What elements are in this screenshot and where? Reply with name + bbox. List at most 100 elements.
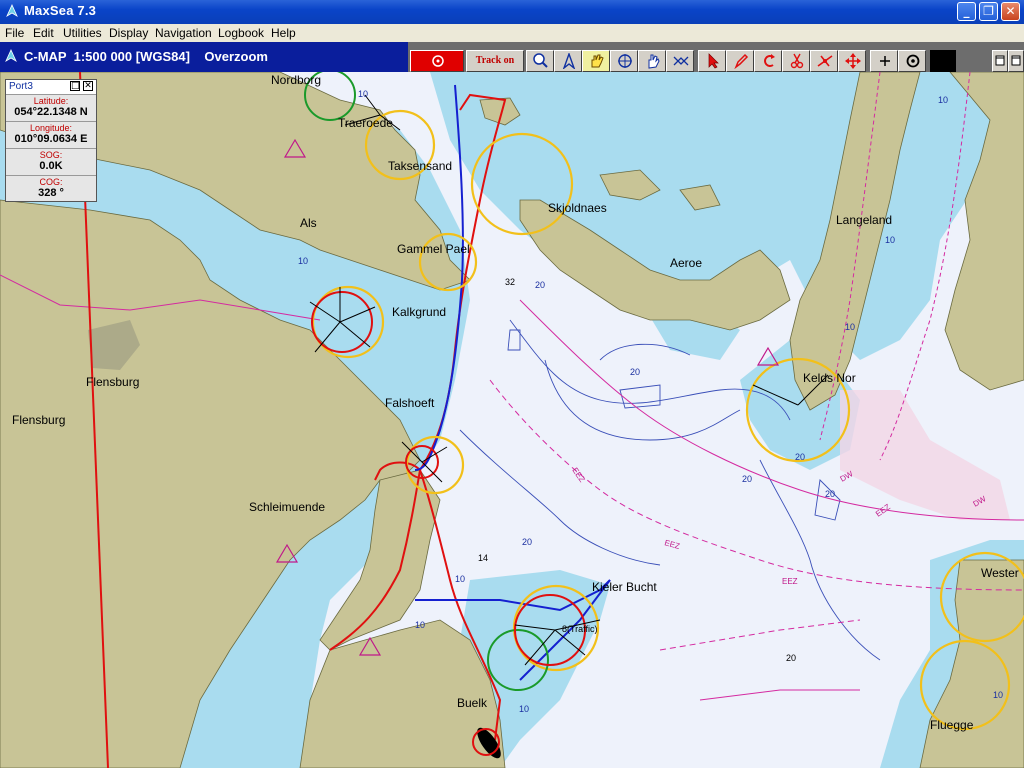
menu-display[interactable]: Display xyxy=(109,26,148,40)
latitude-label: Latitude: xyxy=(33,96,69,106)
depth-label: 20 xyxy=(742,474,752,484)
label-traffic: 8(Traffic) xyxy=(562,624,598,634)
label-gammel-pael: Gammel Pael xyxy=(397,242,470,256)
restore-button[interactable]: ❐ xyxy=(979,2,998,21)
window-title-bar: MaxSea 7.3 _ ❐ ✕ xyxy=(0,0,1024,24)
undo-button[interactable] xyxy=(754,50,782,72)
compass-button[interactable] xyxy=(554,50,582,72)
toolbar: Track on xyxy=(408,42,1024,72)
minimize-button[interactable]: _ xyxy=(957,2,976,21)
label-kieler-bucht: Kieler Bucht xyxy=(592,580,657,594)
depth-label: 10 xyxy=(415,620,425,630)
panel-toggle-button-2[interactable] xyxy=(1008,50,1024,72)
depth-label: 10 xyxy=(845,322,855,332)
position-panel-header[interactable]: Port3 □ ✕ xyxy=(6,80,96,95)
undo-icon xyxy=(764,54,775,67)
circle-target-button[interactable] xyxy=(898,50,926,72)
label-fluegge: Fluegge xyxy=(930,718,974,732)
pan-arrows-button[interactable] xyxy=(838,50,866,72)
depth-label: 20 xyxy=(825,489,835,499)
menu-help[interactable]: Help xyxy=(271,26,296,40)
label-wester: Wester xyxy=(981,566,1019,580)
target-icon xyxy=(618,54,632,68)
depth-label: 20 xyxy=(522,537,532,547)
chart-scale-info: C-MAP 1:500 000 [WGS84] Overzoom xyxy=(24,49,268,64)
target-button[interactable] xyxy=(610,50,638,72)
scissors-icon xyxy=(790,53,804,69)
nautical-chart[interactable]: Nordborg Traeroede Taksensand Als Skjold… xyxy=(0,72,1024,768)
route-button[interactable] xyxy=(666,50,694,72)
compass-icon xyxy=(562,53,576,69)
menu-file[interactable]: File xyxy=(5,26,24,40)
menu-edit[interactable]: Edit xyxy=(33,26,54,40)
stop-button[interactable] xyxy=(410,50,464,72)
menu-utilities[interactable]: Utilities xyxy=(63,26,102,40)
wind-button[interactable] xyxy=(810,50,838,72)
menu-bar: File Edit Utilities Display Navigation L… xyxy=(0,24,1024,42)
cog-row: COG: 328 ° xyxy=(6,175,96,202)
depth-label: 10 xyxy=(298,256,308,266)
label-flensburg-city: Flensburg xyxy=(86,375,139,389)
crosshair-button[interactable] xyxy=(870,50,898,72)
label-kalkgrund: Kalkgrund xyxy=(392,305,446,319)
scissors-button[interactable] xyxy=(782,50,810,72)
label-schleimuende: Schleimuende xyxy=(249,500,325,514)
cog-value: 328 ° xyxy=(38,187,64,199)
depth-label: 10 xyxy=(938,95,948,105)
stop-icon xyxy=(432,55,444,67)
window-icon xyxy=(1011,55,1021,66)
longitude-label: Longitude: xyxy=(29,123,73,133)
hand-select-icon xyxy=(648,54,660,69)
label-langeland: Langeland xyxy=(836,213,892,227)
label-falshoeft: Falshoeft xyxy=(385,396,435,410)
latitude-row: Latitude: 054°22.1348 N xyxy=(6,94,96,121)
cog-label: COG: xyxy=(39,177,63,187)
longitude-value: 010°09.0634 E xyxy=(14,133,88,145)
route-icon xyxy=(673,56,689,66)
pan-arrows-icon xyxy=(845,53,861,69)
zoom-button[interactable] xyxy=(526,50,554,72)
magnifier-icon xyxy=(533,53,548,68)
menu-navigation[interactable]: Navigation xyxy=(155,26,212,40)
longitude-row: Longitude: 010°09.0634 E xyxy=(6,121,96,148)
depth-label: 10 xyxy=(885,235,895,245)
sounding-20: 20 xyxy=(786,653,796,663)
chart-icon xyxy=(5,49,17,63)
menu-logbook[interactable]: Logbook xyxy=(218,26,264,40)
sog-value: 0.0K xyxy=(39,160,63,172)
label-taksensand: Taksensand xyxy=(388,159,452,173)
panel-toggle-button-1[interactable] xyxy=(992,50,1008,72)
label-flensburg-region: Flensburg xyxy=(12,413,65,427)
hand-select-button[interactable] xyxy=(638,50,666,72)
hand-move-icon xyxy=(591,54,604,68)
chart-canvas[interactable]: Nordborg Traeroede Taksensand Als Skjold… xyxy=(0,72,1024,768)
wind-icon xyxy=(817,55,833,67)
depth-label: 10 xyxy=(519,704,529,714)
pencil-button[interactable] xyxy=(726,50,754,72)
sog-row: SOG: 0.0K xyxy=(6,148,96,175)
depth-label: 20 xyxy=(630,367,640,377)
label-buelk: Buelk xyxy=(457,696,488,710)
track-on-button[interactable]: Track on xyxy=(466,50,524,72)
label-eez: EEZ xyxy=(782,577,798,586)
depth-label: 10 xyxy=(993,690,1003,700)
panel-maximize-button[interactable]: □ xyxy=(70,81,80,91)
hand-move-button[interactable] xyxy=(582,50,610,72)
depth-label: 10 xyxy=(455,574,465,584)
depth-label: 20 xyxy=(795,452,805,462)
position-panel-title: Port3 xyxy=(9,81,33,92)
close-button[interactable]: ✕ xyxy=(1001,2,1020,21)
circle-target-icon xyxy=(906,54,920,68)
sog-label: SOG: xyxy=(39,150,63,160)
panel-close-button[interactable]: ✕ xyxy=(83,81,93,91)
window-title: MaxSea 7.3 xyxy=(24,3,97,18)
latitude-value: 054°22.1348 N xyxy=(14,106,88,118)
label-nordborg: Nordborg xyxy=(271,73,321,87)
sounding-32: 32 xyxy=(505,277,515,287)
position-panel[interactable]: Port3 □ ✕ Latitude: 054°22.1348 N Longit… xyxy=(5,79,97,202)
cursor-button[interactable] xyxy=(698,50,726,72)
window-icon xyxy=(995,55,1005,66)
cursor-icon xyxy=(708,53,719,69)
label-traeroede: Traeroede xyxy=(338,116,393,130)
color-swatch xyxy=(930,50,956,72)
